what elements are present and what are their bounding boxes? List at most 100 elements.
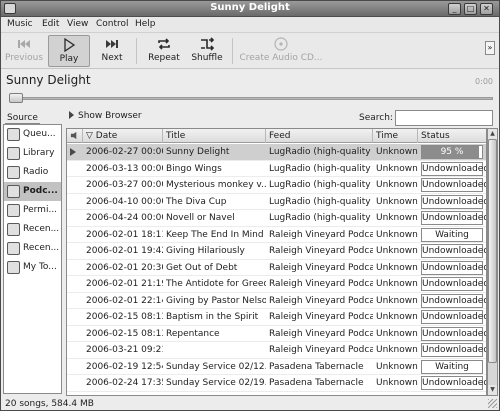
column-header-feed[interactable]: Feed [266,129,373,143]
cell-title: Giving Hilariously [166,246,245,256]
cell-status: Undownloaded [421,376,487,390]
source-item-label: Recen... [23,224,60,234]
source-item[interactable]: Recen... [4,220,61,239]
column-header-status[interactable]: Status [418,129,486,143]
seek-bar[interactable] [9,97,493,100]
cell-status: Undownloaded [421,293,487,308]
cell-feed: Pasadena Tabernacle [269,378,364,388]
cd-icon [274,37,288,51]
table-row[interactable]: 2006-02-27 00:00 Sunny Delight LugRadio (h… [67,144,486,161]
create-audio-cd-button[interactable]: Create Audio CD... [238,35,324,67]
search-input[interactable] [395,110,493,126]
scroll-thumb[interactable] [488,139,497,363]
cell-time: Unknown [376,246,418,256]
queue-icon [7,128,20,141]
menu-control[interactable]: Control [96,19,129,29]
cell-status: Undownloaded [421,326,487,341]
menu-music[interactable]: Music [7,19,33,29]
seek-handle[interactable] [9,93,23,103]
library-icon [7,147,20,160]
source-item[interactable]: Library [4,144,61,163]
shuffle-label: Shuffle [191,53,223,63]
menu-edit[interactable]: Edit [42,19,59,29]
cell-status: Undownloaded [421,277,487,291]
cell-time: Unknown [376,229,418,240]
scroll-up-arrow-icon[interactable]: ▲ [488,129,497,139]
cell-title: Bingo Wings [166,163,222,174]
table-row[interactable]: 2006-03-21 09:21 Raleigh Vineyard Podcast… [67,342,486,359]
next-button[interactable]: Next [94,35,130,67]
cell-title: Keep The End In Mind [166,229,264,240]
scroll-down-arrow-icon[interactable]: ▼ [488,385,497,395]
cell-status: Waiting [421,359,483,374]
cell-title: Mysterious monkey v... [166,180,266,190]
cell-date: 2006-04-24 00:00 [86,213,163,223]
table-row[interactable]: 2006-03-13 00:00 Bingo Wings LugRadio (hig… [67,161,486,177]
source-item[interactable]: My To... [4,258,61,277]
cell-time: Unknown [376,361,418,372]
cell-title: Get Out of Debt [166,262,238,273]
table-row[interactable]: 2006-02-01 22:14 Giving by Pastor Nelson R… [67,293,487,309]
speaker-icon [70,131,77,140]
column-header-date[interactable]: ▽ Date [83,129,163,143]
table-row[interactable]: 2006-04-24 00:00 Novell or Navel LugRadio … [67,210,486,227]
table-row[interactable]: 2006-02-19 12:54 Sunday Service 02/12... P… [67,359,486,375]
play-button[interactable]: Play [48,35,90,67]
playlist-icon [7,261,20,274]
cell-date: 2006-02-01 18:11 [86,229,163,240]
source-item[interactable]: Recen... [4,239,61,258]
repeat-button[interactable]: Repeat [144,35,184,67]
cell-feed: Raleigh Vineyard Podcast [269,328,373,339]
cell-status: Undownloaded [421,194,487,209]
source-item-label: Queu... [23,129,56,139]
cell-time: Unknown [376,213,418,223]
source-item[interactable]: Queu... [4,125,61,144]
table-row[interactable]: 2006-02-01 21:19 The Antidote for Greed Ra… [67,276,487,293]
cell-title: Sunny Delight [166,147,230,157]
show-browser-toggle[interactable]: Show Browser [69,111,142,121]
search-label: Search: [359,113,393,123]
table-row[interactable]: 2006-02-01 20:30 Get Out of Debt Raleigh V… [67,260,486,276]
table-scrollbar[interactable]: ▲ ▼ [487,128,498,396]
cell-date: 2006-02-01 19:42 [86,246,163,256]
cell-time: Unknown [376,328,418,339]
table-row[interactable]: 2006-02-15 08:13 Baptism in the Spirit Ral… [67,309,486,326]
maximize-button[interactable]: □ [464,3,477,15]
podcast-icon [7,185,20,198]
previous-icon [18,40,30,48]
source-item[interactable]: Radio [4,163,61,182]
cell-time: Unknown [376,345,418,355]
source-item[interactable]: Permi... [4,201,61,220]
cell-title [163,342,266,358]
cell-date: 2006-02-24 17:35 [86,378,163,388]
column-header-title[interactable]: Title [163,129,266,143]
resize-grip[interactable] [488,399,497,408]
table-row[interactable]: 2006-02-01 19:42 Giving Hilariously Raleig… [67,243,486,260]
source-item-label: My To... [23,262,57,272]
table-row[interactable]: 2006-04-10 00:00 The Diva Cup LugRadio (hi… [67,194,487,210]
cell-feed: Pasadena Tabernacle [269,361,364,372]
toolbar-overflow-button[interactable]: » [485,41,495,55]
now-playing-indicator-icon [70,148,76,156]
menu-help[interactable]: Help [135,19,156,29]
create-audio-cd-label: Create Audio CD... [239,53,323,63]
column-header-time[interactable]: Time [373,129,418,143]
play-label: Play [59,54,79,64]
cell-feed: Raleigh Vineyard Podcast [269,246,373,256]
source-item-label: Recen... [23,243,60,253]
table-row[interactable]: 2006-02-01 18:11 Keep The End In Mind Rale… [67,227,486,243]
close-button[interactable]: ✕ [480,3,493,15]
minimize-button[interactable]: _ [448,3,461,15]
table-row[interactable]: 2006-02-24 17:35 Sunday Service 02/19... P… [67,375,487,392]
cell-title: Giving by Pastor Nelson [166,295,266,306]
cell-feed: LugRadio (high-quality og [269,180,373,190]
table-row[interactable]: 2006-02-15 08:13 Repentance Raleigh Vineya… [67,326,487,342]
shuffle-button[interactable]: Shuffle [188,35,226,67]
cell-date: 2006-02-15 08:13 [86,328,163,339]
previous-button[interactable]: Previous [5,35,43,67]
table-row[interactable]: 2006-03-27 00:00 Mysterious monkey v... Lu… [67,177,486,194]
source-item[interactable]: Podc... [4,182,61,201]
download-progress-bar: 95 % [421,145,483,159]
column-header-indicator[interactable] [67,129,83,143]
menu-view[interactable]: View [67,19,88,29]
